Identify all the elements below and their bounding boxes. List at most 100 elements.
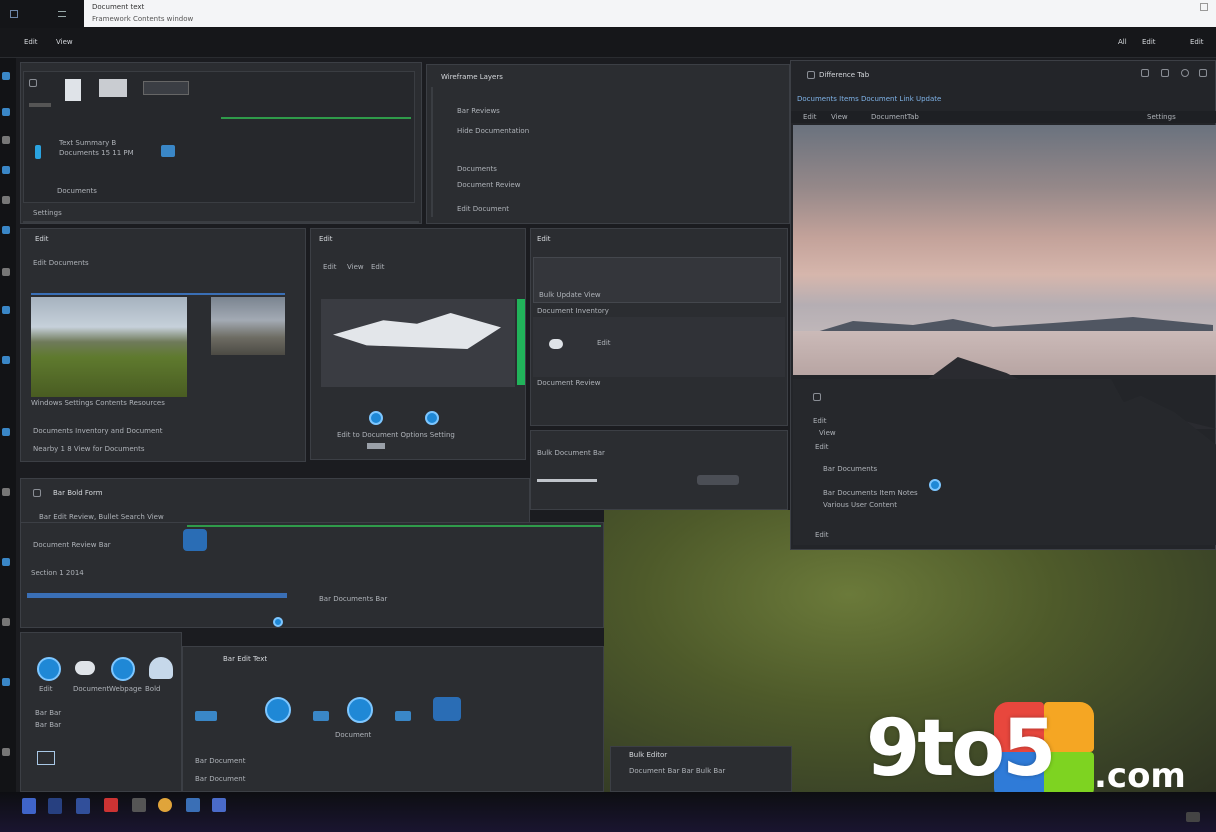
gallery-photo-main[interactable] (31, 297, 187, 397)
taskbar-app-2[interactable] (48, 798, 62, 814)
editor-icon-3[interactable] (313, 711, 329, 721)
sidebar-toggle-icon[interactable] (10, 10, 18, 18)
form-title: Bar Bold Form (53, 489, 103, 497)
viewer-action-icon[interactable] (929, 479, 941, 491)
taskbar-app-7[interactable] (186, 798, 200, 812)
menu-icon[interactable] (58, 11, 66, 17)
tool-icon-3[interactable] (2, 136, 10, 144)
viewer-menu-edit[interactable]: Edit (803, 113, 817, 121)
app-edit-icon[interactable] (37, 657, 61, 681)
editor-icon-2[interactable] (265, 697, 291, 723)
panel-3d-action-1[interactable] (369, 411, 383, 425)
tool-icon-2[interactable] (2, 108, 10, 116)
viewer-menu-settings[interactable]: Settings (1147, 113, 1176, 121)
image-icon[interactable] (161, 145, 175, 157)
form-line: Bar Edit Review, Bullet Search View (39, 513, 164, 521)
taskbar-app-1[interactable] (22, 798, 36, 814)
task-sub-2: Section 1 2014 (31, 569, 84, 577)
tool-icon-13[interactable] (2, 618, 10, 626)
editor-icon-6[interactable] (433, 697, 461, 721)
summary-tab-1[interactable]: Settings (33, 209, 62, 217)
editor-icon-4[interactable] (347, 697, 373, 723)
thumb-2[interactable] (99, 79, 127, 97)
editor-icon-5[interactable] (395, 711, 411, 721)
bulk-small-slider[interactable] (537, 479, 597, 482)
viewer-label-3: Edit (815, 443, 829, 451)
menu-edit[interactable]: Edit (24, 38, 38, 46)
panel-3d-green-bar (517, 299, 525, 385)
gallery-photo-secondary[interactable] (211, 297, 285, 355)
app-webpage-icon[interactable] (111, 657, 135, 681)
inventory-sub-2: Document Inventory (537, 307, 609, 315)
viewer-nav-icon[interactable] (813, 393, 821, 401)
tool-icon-8[interactable] (2, 306, 10, 314)
inventory-tab: Edit (597, 339, 611, 347)
layers-item-4[interactable]: Document Review (457, 181, 520, 189)
taskbar-app-4[interactable] (104, 798, 118, 812)
viewer-share-icon[interactable] (1141, 69, 1149, 77)
layers-item-5[interactable]: Edit Document (457, 205, 509, 213)
thumb-1[interactable] (65, 79, 81, 101)
viewer-list-2[interactable]: Bar Documents Item Notes (823, 489, 918, 497)
tool-icon-5[interactable] (2, 196, 10, 204)
layers-item-3[interactable]: Documents (457, 165, 497, 173)
inventory-cloud-icon[interactable] (549, 339, 563, 349)
tool-icon-14[interactable] (2, 678, 10, 686)
tool-icon-15[interactable] (2, 748, 10, 756)
viewer-menu-bar: Edit View Document Tab Settings (791, 111, 1216, 123)
tool-icon-9[interactable] (2, 356, 10, 364)
app-document-icon[interactable] (75, 661, 95, 675)
viewer-settings-icon[interactable] (1161, 69, 1169, 77)
taskbar-app-9[interactable] (1186, 812, 1200, 822)
panel-3d-action-2[interactable] (425, 411, 439, 425)
taskbar-app-8[interactable] (212, 798, 226, 812)
tool-icon-4[interactable] (2, 166, 10, 174)
viewer-menu-tab[interactable]: Tab (907, 113, 919, 121)
layers-item-1[interactable]: Bar Reviews (457, 107, 500, 115)
viewer-back-icon[interactable] (807, 71, 815, 79)
panel-apps: Edit Document Webpage Bold Bar Bar Bar B… (20, 632, 182, 792)
viewer-footer: Edit (815, 531, 829, 539)
tool-icon-1[interactable] (2, 72, 10, 80)
viewer-list-3[interactable]: Various User Content (823, 501, 897, 509)
apps-preview[interactable] (37, 751, 55, 765)
task-dot[interactable] (273, 617, 283, 627)
bulk-small-card[interactable] (697, 475, 739, 485)
app-label-document: Document (73, 685, 110, 693)
close-icon[interactable] (1200, 3, 1208, 11)
menu-right-2[interactable]: Edit (1142, 38, 1156, 46)
viewer-image (793, 125, 1216, 429)
panel-form: Bar Bold Form Bar Edit Review, Bullet Se… (20, 478, 530, 526)
menu-right-3[interactable]: Edit (1190, 38, 1204, 46)
layers-item-2[interactable]: Hide Documentation (457, 127, 529, 135)
taskbar-app-3[interactable] (76, 798, 90, 814)
gallery-line-2: Nearby 1 8 View for Documents (33, 445, 145, 453)
taskbar-app-6[interactable] (158, 798, 172, 812)
viewer-menu-view[interactable]: View (831, 113, 848, 121)
viewer-close-icon[interactable] (1199, 69, 1207, 77)
tool-icon-10[interactable] (2, 428, 10, 436)
tool-icon-11[interactable] (2, 488, 10, 496)
panel-task: Document Review Bar Section 1 2014 Bar D… (20, 522, 604, 628)
file-icon[interactable] (29, 79, 37, 87)
viewer-more-icon[interactable] (1181, 69, 1189, 77)
menu-right-1[interactable]: All (1118, 38, 1127, 46)
viewer-list-1[interactable]: Bar Documents (823, 465, 877, 473)
form-icon[interactable] (33, 489, 41, 497)
taskbar-app-5[interactable] (132, 798, 146, 812)
tool-icon-7[interactable] (2, 268, 10, 276)
viewer-menu-document[interactable]: Document (871, 113, 907, 121)
task-blue-button[interactable] (183, 529, 207, 551)
panel-layers: Wireframe Layers Bar Reviews Hide Docume… (426, 64, 790, 224)
editor-icon-1[interactable] (195, 711, 217, 721)
doc-blue-icon[interactable] (35, 145, 41, 159)
app-bold-icon[interactable] (149, 657, 173, 679)
tool-icon-6[interactable] (2, 226, 10, 234)
bulk-small-line: Bulk Document Bar (537, 449, 605, 457)
menu-view[interactable]: View (56, 38, 73, 46)
panel-summary-inner (23, 71, 415, 203)
thumb-3[interactable] (143, 81, 189, 95)
editor-caption: Document (335, 731, 372, 739)
panel-3d-slider[interactable] (367, 443, 385, 449)
tool-icon-12[interactable] (2, 558, 10, 566)
